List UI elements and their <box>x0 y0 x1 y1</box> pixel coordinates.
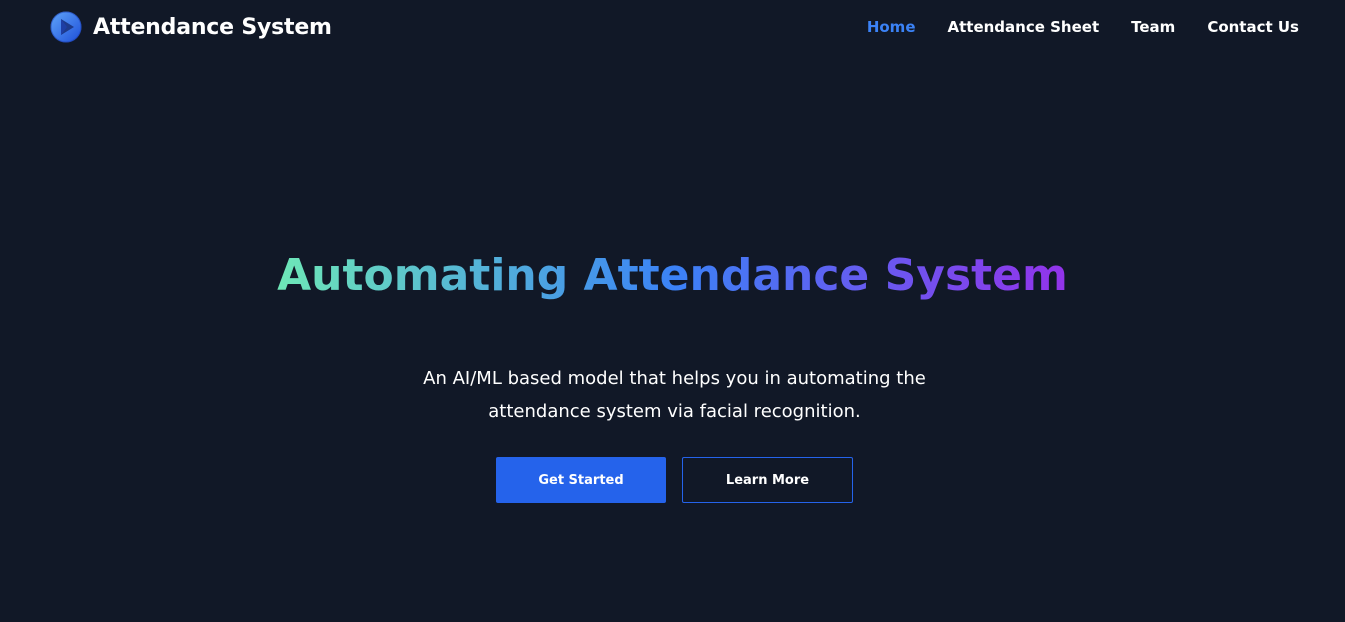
nav-link-attendance-sheet[interactable]: Attendance Sheet <box>948 18 1100 36</box>
nav-link-contact-us[interactable]: Contact Us <box>1207 18 1299 36</box>
brand-link[interactable]: Attendance System <box>50 11 332 43</box>
brand-name: Attendance System <box>93 14 332 40</box>
nav-link-team[interactable]: Team <box>1131 18 1175 36</box>
navbar: Attendance System Home Attendance Sheet … <box>0 0 1345 56</box>
get-started-button[interactable]: Get Started <box>496 457 666 503</box>
nav-link-home[interactable]: Home <box>867 18 916 36</box>
play-circle-logo-icon <box>50 11 82 43</box>
hero-title: Automating Attendance System <box>0 246 1345 306</box>
hero-title-text: Automating Attendance System <box>277 250 1068 301</box>
nav-links: Home Attendance Sheet Team Contact Us <box>867 18 1299 36</box>
hero-subtitle: An AI/ML based model that helps you in a… <box>423 368 926 422</box>
learn-more-button[interactable]: Learn More <box>682 457 853 503</box>
